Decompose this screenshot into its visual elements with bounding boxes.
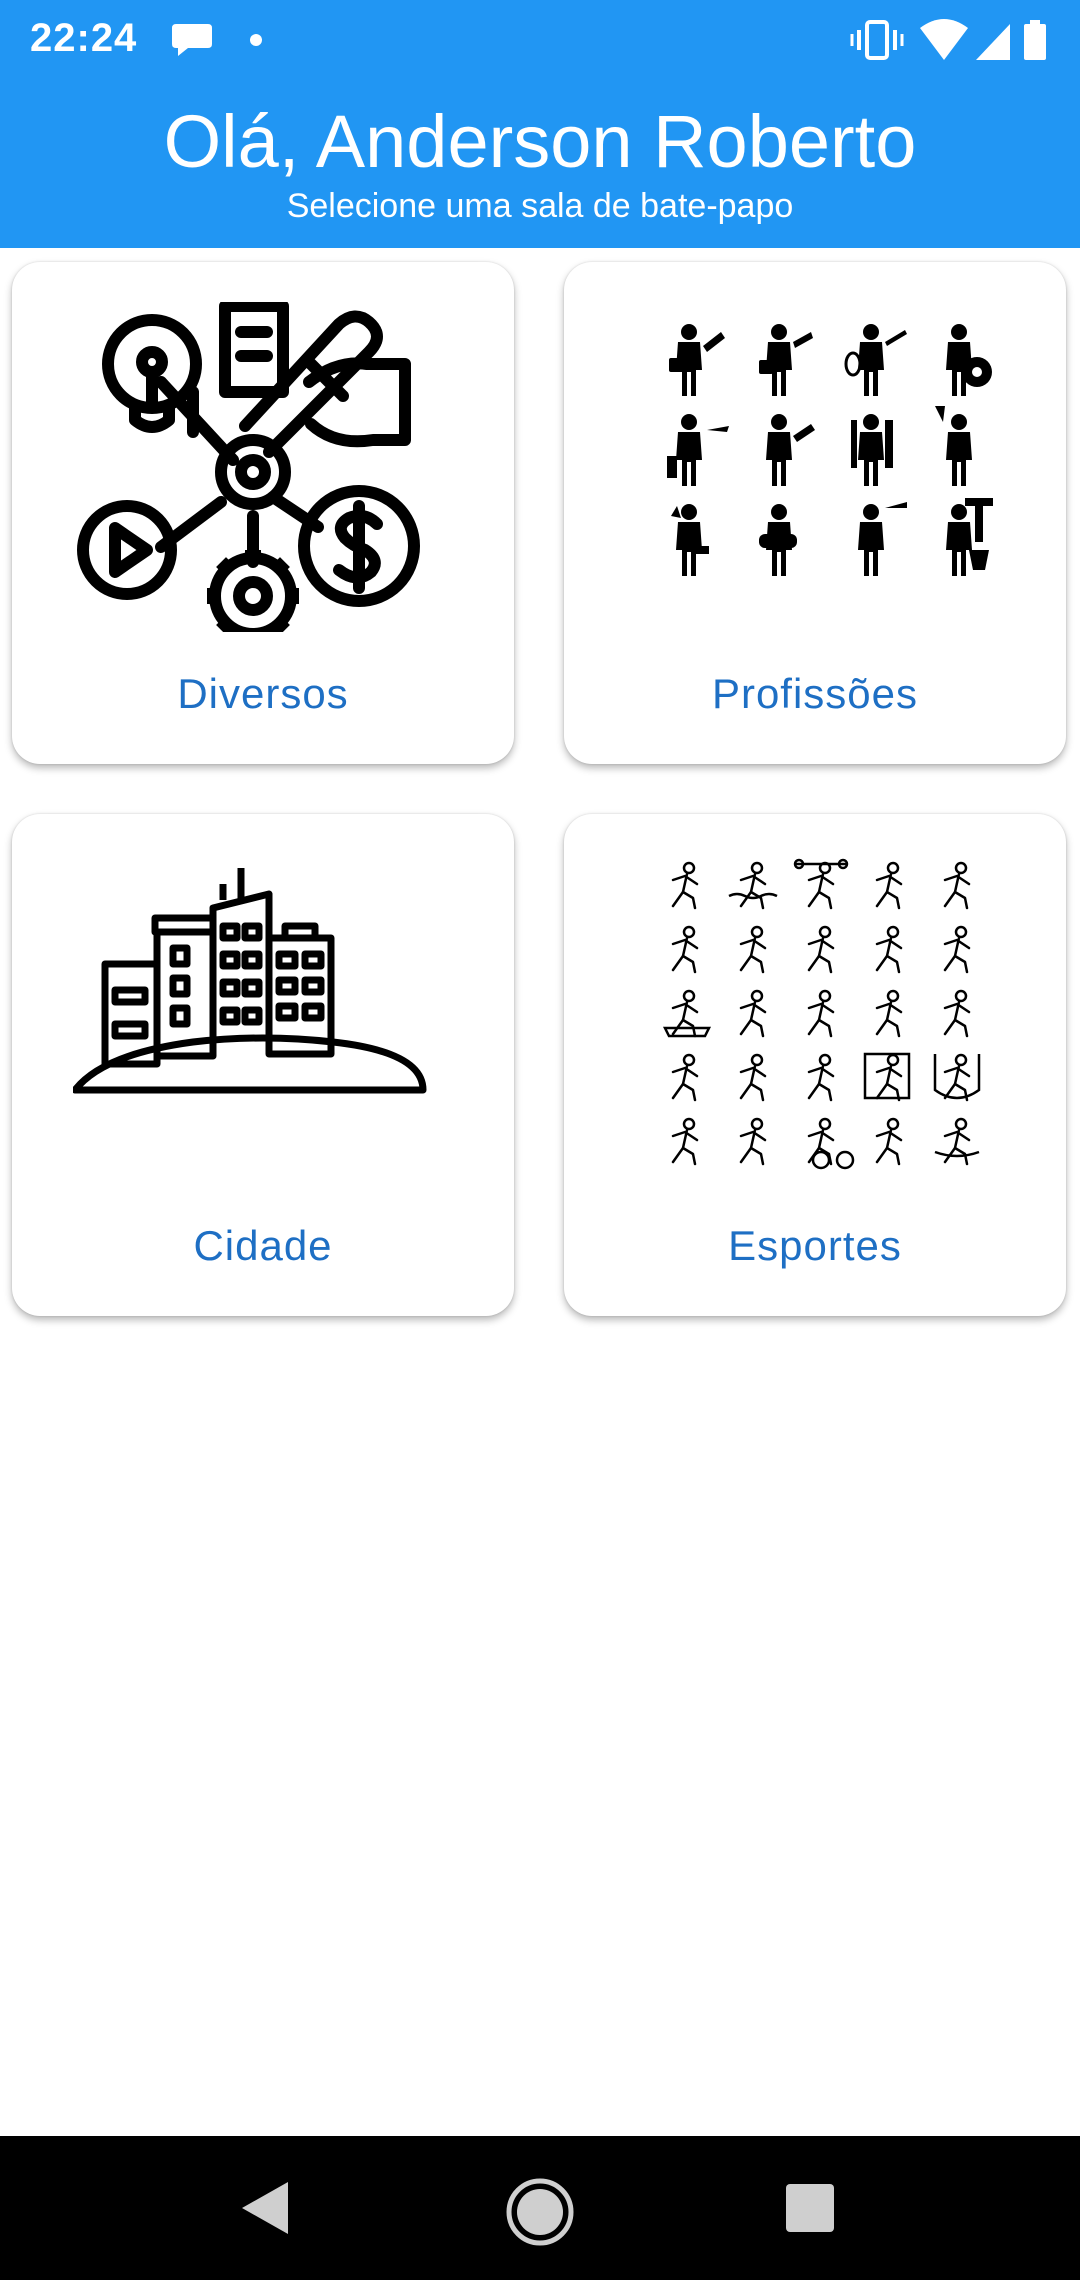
greeting-title: Olá, Anderson Roberto bbox=[163, 100, 917, 183]
battery-icon bbox=[1024, 20, 1046, 60]
status-time: 22:24 bbox=[30, 16, 138, 60]
app-header: Olá, Anderson Roberto Selecione uma sala… bbox=[0, 80, 1080, 248]
header-subtitle: Selecione uma sala de bate-papo bbox=[286, 187, 794, 225]
home-icon[interactable] bbox=[505, 2177, 575, 2247]
recents-icon[interactable] bbox=[786, 2184, 834, 2232]
sports-grid-icon bbox=[662, 858, 981, 1170]
system-nav-bar bbox=[0, 2136, 1080, 2280]
notification-dot-icon bbox=[250, 34, 262, 46]
room-label: Profissões bbox=[711, 670, 919, 717]
back-icon[interactable] bbox=[240, 2180, 290, 2236]
room-label: Diversos bbox=[177, 670, 349, 717]
network-hub-icon bbox=[77, 302, 420, 632]
status-bar: 22:24 bbox=[0, 0, 1080, 80]
chat-bubble-icon bbox=[172, 24, 212, 56]
room-card-esportes[interactable]: Esportes bbox=[564, 814, 1066, 1316]
room-label: Cidade bbox=[193, 1222, 333, 1269]
vibrate-icon bbox=[850, 20, 904, 60]
city-buildings-icon bbox=[73, 868, 427, 1094]
room-card-cidade[interactable]: Cidade bbox=[12, 814, 514, 1316]
signal-icon bbox=[976, 24, 1010, 60]
room-label: Esportes bbox=[728, 1222, 902, 1269]
room-card-profissoes[interactable]: Profissões bbox=[564, 262, 1066, 764]
professions-grid-icon bbox=[667, 324, 993, 576]
room-card-diversos[interactable]: Diversos bbox=[12, 262, 514, 764]
wifi-icon bbox=[920, 19, 968, 60]
